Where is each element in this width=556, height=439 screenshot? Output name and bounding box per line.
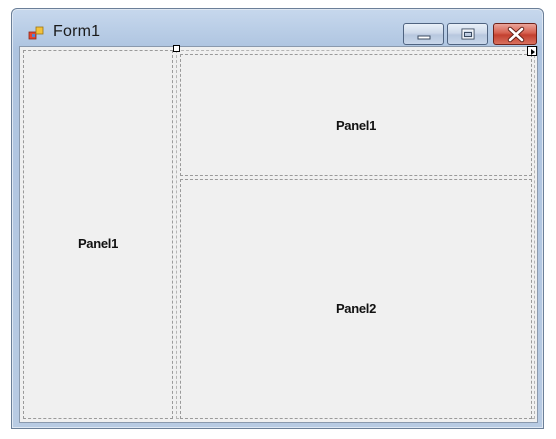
close-icon <box>507 26 525 43</box>
smart-tag-arrow-icon <box>531 49 535 55</box>
bottom-panel-label: Panel2 <box>335 301 377 316</box>
minimize-icon <box>417 35 431 40</box>
form-app-icon <box>28 25 44 41</box>
form-client-area: Panel1 Panel1 Panel2 <box>19 45 538 423</box>
close-button[interactable] <box>493 23 537 45</box>
smart-tag-button[interactable] <box>527 46 537 56</box>
top-panel-label: Panel1 <box>335 118 377 133</box>
left-panel-label: Panel1 <box>77 236 119 251</box>
bottom-panel[interactable]: Panel2 <box>180 179 532 419</box>
form-window: Form1 Panel1 Panel1 Panel2 <box>11 8 544 429</box>
top-panel[interactable]: Panel1 <box>180 54 532 176</box>
maximize-icon <box>461 28 475 40</box>
title-bar[interactable]: Form1 <box>12 9 543 47</box>
maximize-button[interactable] <box>447 23 488 45</box>
minimize-button[interactable] <box>403 23 444 45</box>
window-title: Form1 <box>53 23 101 40</box>
left-panel[interactable]: Panel1 <box>23 50 173 419</box>
resize-handle-icon[interactable] <box>173 45 180 52</box>
